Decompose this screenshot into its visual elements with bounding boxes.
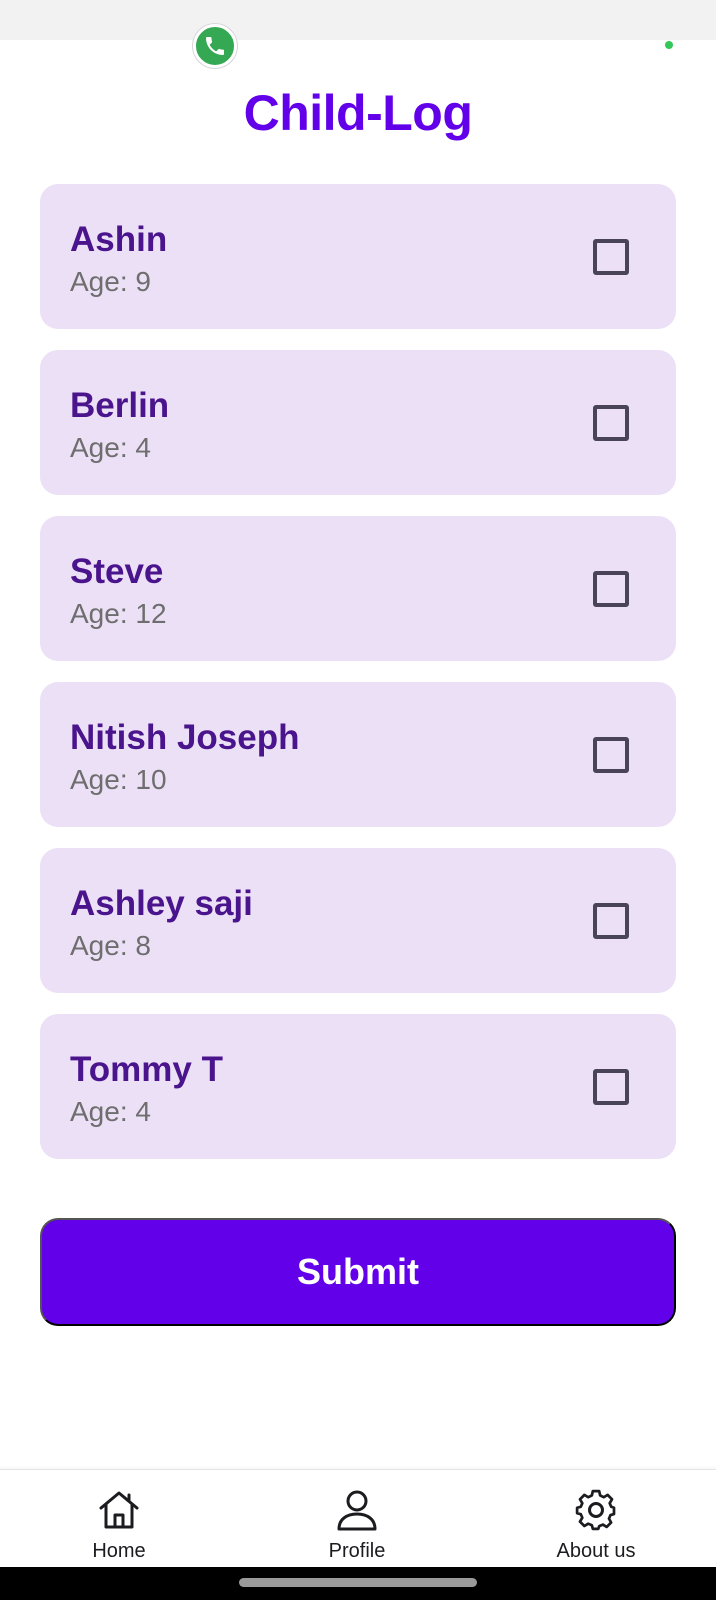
child-name: Steve — [70, 552, 164, 591]
status-bar — [0, 0, 716, 40]
child-card[interactable]: Nitish Joseph Age: 10 — [40, 682, 676, 827]
child-card[interactable]: Tommy T Age: 4 — [40, 1014, 676, 1159]
child-card[interactable]: Steve Age: 12 — [40, 516, 676, 661]
child-name: Ashley saji — [70, 884, 253, 923]
nav-label: Profile — [328, 1540, 386, 1562]
child-name: Tommy T — [70, 1050, 223, 1089]
child-card[interactable]: Ashley saji Age: 8 — [40, 848, 676, 993]
submit-button[interactable]: Submit — [40, 1218, 676, 1326]
child-name: Berlin — [70, 386, 170, 425]
child-name: Ashin — [70, 220, 168, 259]
child-card[interactable]: Ashin Age: 9 — [40, 184, 676, 329]
child-select-checkbox[interactable] — [593, 405, 629, 441]
child-age: Age: 4 — [70, 1096, 151, 1127]
child-select-checkbox[interactable] — [593, 737, 629, 773]
phone-icon — [206, 37, 224, 55]
person-icon — [337, 1490, 377, 1531]
child-age: Age: 10 — [70, 764, 167, 795]
child-age: Age: 4 — [70, 432, 151, 463]
gesture-bar — [0, 1567, 716, 1600]
nav-label: Home — [92, 1540, 146, 1562]
child-age: Age: 12 — [70, 598, 167, 629]
child-select-checkbox[interactable] — [593, 903, 629, 939]
app-screen: Child-Log Ashin Age: 9 Berlin Age: 4 Ste… — [0, 0, 716, 1600]
nav-item-home[interactable]: Home — [29, 1470, 209, 1568]
home-gesture-handle[interactable] — [239, 1578, 477, 1587]
nav-item-profile[interactable]: Profile — [267, 1470, 447, 1568]
child-select-checkbox[interactable] — [593, 239, 629, 275]
child-age: Age: 8 — [70, 930, 151, 961]
app-title: Child-Log — [243, 85, 473, 141]
status-indicator-dot — [665, 41, 673, 49]
child-list: Ashin Age: 9 Berlin Age: 4 Steve Age: 12… — [40, 184, 676, 1180]
home-icon — [99, 1491, 139, 1529]
call-bubble[interactable] — [193, 24, 237, 68]
bottom-nav: Home Profile About us — [0, 1469, 716, 1567]
nav-label: About us — [556, 1540, 636, 1562]
child-select-checkbox[interactable] — [593, 1069, 629, 1105]
nav-item-about-us[interactable]: About us — [506, 1470, 686, 1568]
child-select-checkbox[interactable] — [593, 571, 629, 607]
child-age: Age: 9 — [70, 266, 151, 297]
child-card[interactable]: Berlin Age: 4 — [40, 350, 676, 495]
child-name: Nitish Joseph — [70, 718, 300, 757]
gear-icon — [575, 1489, 616, 1531]
